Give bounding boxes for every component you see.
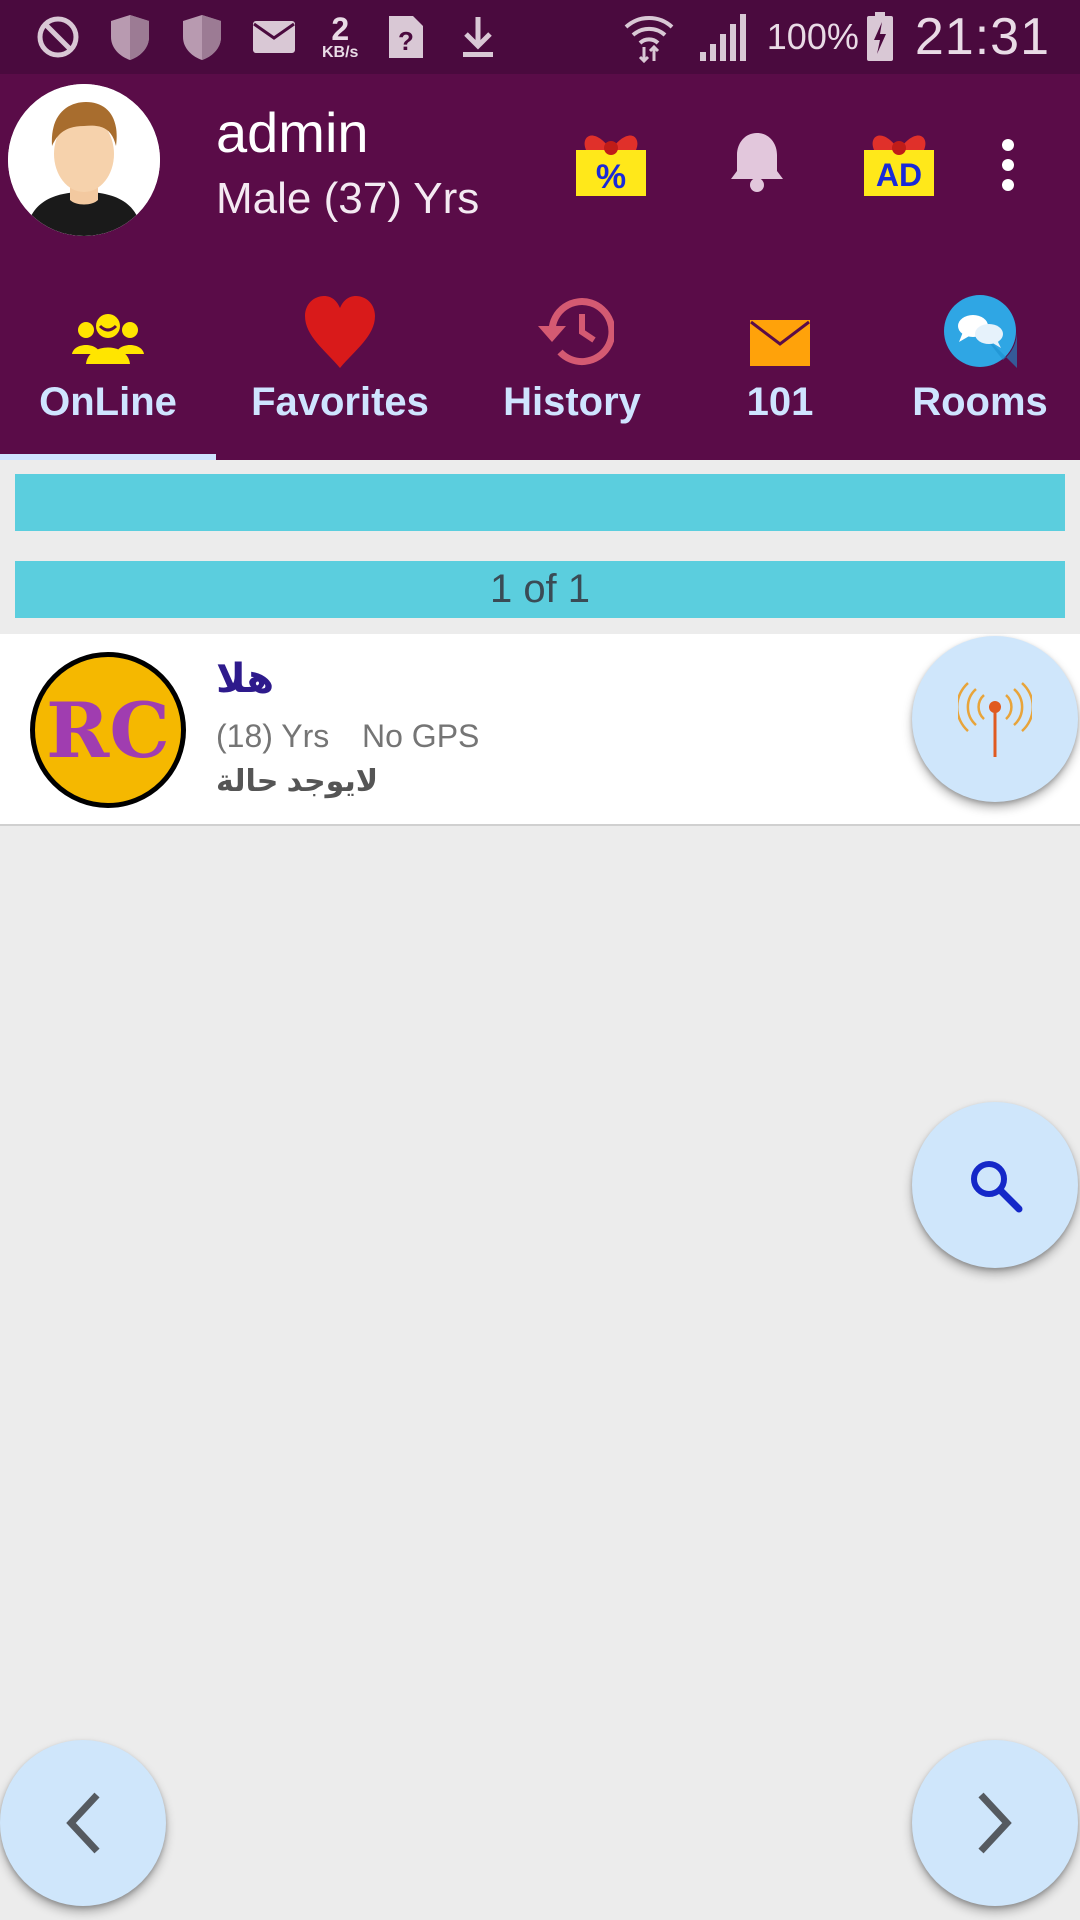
history-icon — [530, 288, 614, 368]
profile-name: admin — [216, 101, 369, 164]
tab-messages[interactable]: 101 — [680, 284, 880, 460]
discount-gift-button[interactable]: % — [572, 122, 650, 200]
chat-rooms-icon — [943, 288, 1017, 368]
user-gps: No GPS — [362, 718, 480, 754]
more-vert-icon — [1002, 139, 1014, 191]
signal-icon — [695, 13, 749, 61]
user-name: هلا — [216, 657, 275, 701]
status-bar: 2 KB/s ? 100% 21:31 — [0, 0, 1080, 74]
tab-rooms[interactable]: Rooms — [880, 284, 1080, 460]
chevron-left-icon — [66, 1792, 100, 1854]
profile-avatar[interactable] — [8, 84, 160, 236]
profile-info: Male (37) Yrs — [216, 174, 480, 223]
mail-icon — [749, 288, 811, 368]
network-speed: 2 KB/s — [322, 11, 359, 61]
overflow-menu-button[interactable] — [986, 130, 1030, 200]
online-users-icon — [72, 288, 144, 368]
discount-badge: % — [596, 158, 626, 196]
clock: 21:31 — [914, 8, 1050, 66]
ad-gift-button[interactable]: AD — [860, 122, 938, 200]
user-status: لايوجد حالة — [216, 765, 379, 798]
antenna-signal-icon — [958, 682, 1032, 757]
next-page-button[interactable] — [912, 1740, 1078, 1906]
active-tab-indicator — [0, 454, 216, 460]
shield-icon — [178, 13, 226, 61]
tab-history[interactable]: History — [464, 284, 680, 460]
battery-level: 100% — [766, 16, 859, 57]
wifi-icon — [621, 13, 677, 63]
previous-page-button[interactable] — [0, 1740, 166, 1906]
search-button[interactable] — [912, 1102, 1078, 1268]
battery-charging-icon — [865, 12, 895, 61]
ad-badge: AD — [876, 157, 922, 193]
svg-text:?: ? — [399, 26, 415, 56]
broadcast-button[interactable] — [912, 636, 1078, 802]
heart-icon — [305, 288, 375, 368]
app-header: admin Male (37) Yrs % AD OnLine Favorite… — [0, 74, 1080, 460]
user-age: (18) Yrs — [216, 718, 330, 754]
download-icon — [454, 13, 502, 61]
info-banner — [15, 474, 1065, 531]
chevron-right-icon — [978, 1792, 1012, 1854]
shield-icon — [106, 13, 154, 61]
pagination-label: 1 of 1 — [15, 561, 1065, 618]
bell-icon — [731, 133, 783, 192]
tab-bar: OnLine Favorites History 101 Rooms — [0, 284, 1080, 460]
search-icon — [971, 1161, 1023, 1213]
user-avatar[interactable]: RC — [30, 652, 186, 808]
notifications-bell-button[interactable] — [722, 126, 792, 196]
unknown-file-icon: ? — [382, 13, 430, 61]
tab-favorites[interactable]: Favorites — [216, 284, 464, 460]
mail-notification-icon — [250, 13, 298, 61]
tab-online[interactable]: OnLine — [0, 284, 216, 460]
blocked-icon — [34, 13, 82, 61]
